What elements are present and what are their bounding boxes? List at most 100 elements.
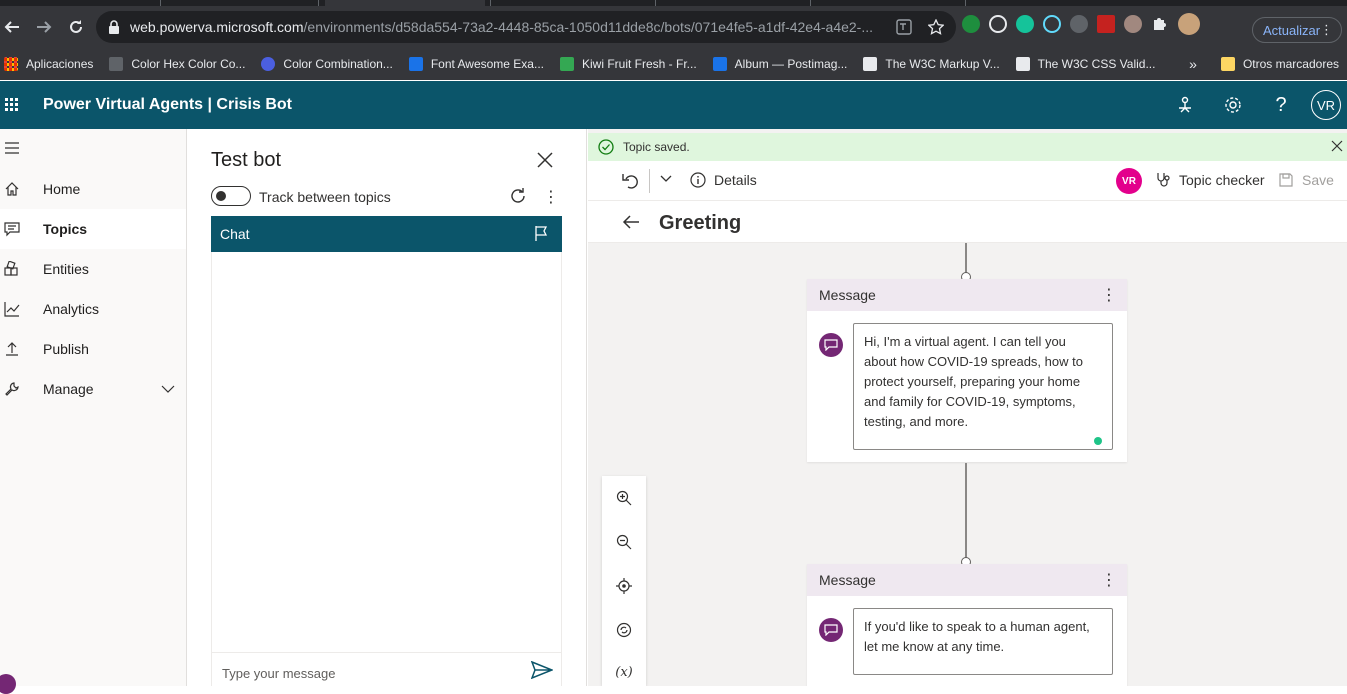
url-path: /environments/d58da554-73a2-4448-85ca-10… [303,19,874,35]
bookmarks-bar: Aplicaciones Color Hex Color Co... Color… [0,48,1347,80]
nav-item-manage[interactable]: Manage [0,369,186,409]
bookmarks-overflow-button[interactable]: » [1189,56,1197,72]
analytics-icon [4,302,20,317]
chevron-down-icon[interactable] [161,384,175,394]
gear-icon [1225,97,1241,113]
chat-tab[interactable]: Chat [211,216,562,252]
reload-icon [70,20,82,33]
send-icon[interactable] [531,661,553,679]
address-bar[interactable]: web.powerva.microsoft.com/environments/d… [96,11,956,43]
more-vertical-icon[interactable]: ⋮ [1101,285,1117,305]
arrow-right-icon [37,21,52,33]
topics-icon [4,222,20,237]
bookmarks-right: » Otros marcadores [1189,56,1339,72]
reload-button[interactable] [60,11,92,43]
save-button[interactable]: Save [1278,172,1334,188]
bookmark-label: Album — Postimag... [734,57,848,71]
reset-view-icon [616,622,632,638]
nav-label: Entities [43,261,89,277]
bookmark-label: The W3C CSS Valid... [1037,57,1156,71]
extension-flag-icon[interactable] [1097,15,1115,33]
flag-icon[interactable] [534,225,548,241]
test-bot-title: Test bot [211,149,282,171]
extension-circle-icon[interactable] [1124,15,1142,33]
update-button[interactable]: Actualizar ⋮ [1252,17,1342,43]
bookmark-color-combination[interactable]: Color Combination... [261,57,393,71]
extension-gear-icon[interactable] [1070,15,1088,33]
w3c-icon [863,57,878,71]
more-vertical-icon[interactable]: ⋮ [1101,570,1117,590]
refresh-icon[interactable] [509,187,527,205]
message-node-header: Message ⋮ [807,564,1127,596]
forward-button[interactable] [28,11,60,43]
toggle-label: Track between topics [259,189,391,205]
undo-options-button[interactable] [660,175,672,183]
message-node[interactable]: Message ⋮ If you'd like to speak to a hu… [807,564,1127,686]
settings-button[interactable] [1215,89,1251,121]
extension-tree-icon[interactable] [989,15,1007,33]
w3c-css-icon [1015,57,1030,71]
publish-icon [6,342,18,356]
bookmark-kiwi[interactable]: Kiwi Fruit Fresh - Fr... [559,57,697,71]
message-text-box[interactable]: If you'd like to speak to a human agent,… [853,608,1113,675]
reset-zoom-button[interactable] [614,620,634,640]
bookmark-label: Font Awesome Exa... [430,57,544,71]
star-icon[interactable] [928,19,944,35]
recenter-button[interactable] [614,576,634,596]
test-bot-panel: Test bot Track between topics ⋮ Chat Typ… [188,129,587,686]
other-bookmarks[interactable]: Otros marcadores [1243,57,1339,71]
nav-item-publish[interactable]: Publish [0,329,186,369]
bookmark-font-awesome[interactable]: Font Awesome Exa... [408,57,544,71]
bookmark-w3c-css[interactable]: The W3C CSS Valid... [1015,57,1156,71]
kiwi-px-icon [559,57,574,71]
bot-message-icon [819,333,843,357]
collapse-nav-button[interactable] [0,129,186,167]
more-vertical-icon[interactable]: ⋮ [543,187,559,207]
bookmark-label: Color Combination... [283,57,393,71]
close-icon[interactable] [536,151,554,169]
message-node[interactable]: Message ⋮ Hi, I'm a virtual agent. I can… [807,279,1127,462]
topic-checker-label: Topic checker [1179,172,1265,188]
nav-label: Manage [43,381,94,397]
topic-title: Greeting [659,212,742,234]
extension-check-icon[interactable] [962,15,980,33]
app-launcher-icon[interactable] [5,98,19,112]
back-button[interactable] [0,11,28,43]
bookmark-apps[interactable]: Aplicaciones [4,57,93,71]
topic-checker-button[interactable]: Topic checker [1155,172,1265,188]
nav-bottom-avatar[interactable] [0,674,16,694]
zoom-out-button[interactable] [614,532,634,552]
track-between-topics-toggle[interactable] [211,186,251,206]
connector-line [965,243,967,273]
bookmark-w3c-markup[interactable]: The W3C Markup V... [863,57,1000,71]
colorcombination-icon [261,57,276,71]
url-text: web.powerva.microsoft.com/environments/d… [130,19,890,35]
environment-button[interactable] [1167,89,1203,121]
details-button[interactable]: Details [690,172,757,188]
react-devtools-icon[interactable] [1043,15,1061,33]
nav-item-analytics[interactable]: Analytics [0,289,186,329]
user-avatar[interactable]: VR [1311,90,1341,120]
translate-icon[interactable] [896,19,912,35]
extensions-area [962,13,1200,35]
zoom-in-button[interactable] [614,488,634,508]
message-input[interactable]: Type your message [211,652,562,686]
dismiss-icon[interactable] [1331,140,1343,152]
back-arrow-icon[interactable] [622,214,640,230]
bookmark-label: Kiwi Fruit Fresh - Fr... [581,57,697,71]
nav-item-entities[interactable]: Entities [0,249,186,289]
profile-avatar[interactable] [1178,13,1200,35]
help-button[interactable]: ? [1263,89,1299,121]
nav-item-topics[interactable]: Topics [0,209,186,249]
puzzle-icon[interactable] [1151,15,1169,33]
grammarly-icon[interactable] [1016,15,1034,33]
bookmark-postimage[interactable]: Album — Postimag... [712,57,848,71]
variables-button[interactable]: (x) [614,662,634,682]
authoring-canvas[interactable]: Message ⋮ Hi, I'm a virtual agent. I can… [588,243,1347,686]
nav-item-home[interactable]: Home [0,169,186,209]
apps-grid-icon [4,57,18,71]
message-text-box[interactable]: Hi, I'm a virtual agent. I can tell you … [853,323,1113,450]
url-host: web.powerva.microsoft.com [130,19,304,35]
undo-button[interactable] [622,171,638,189]
bookmark-color-hex[interactable]: Color Hex Color Co... [109,57,245,71]
